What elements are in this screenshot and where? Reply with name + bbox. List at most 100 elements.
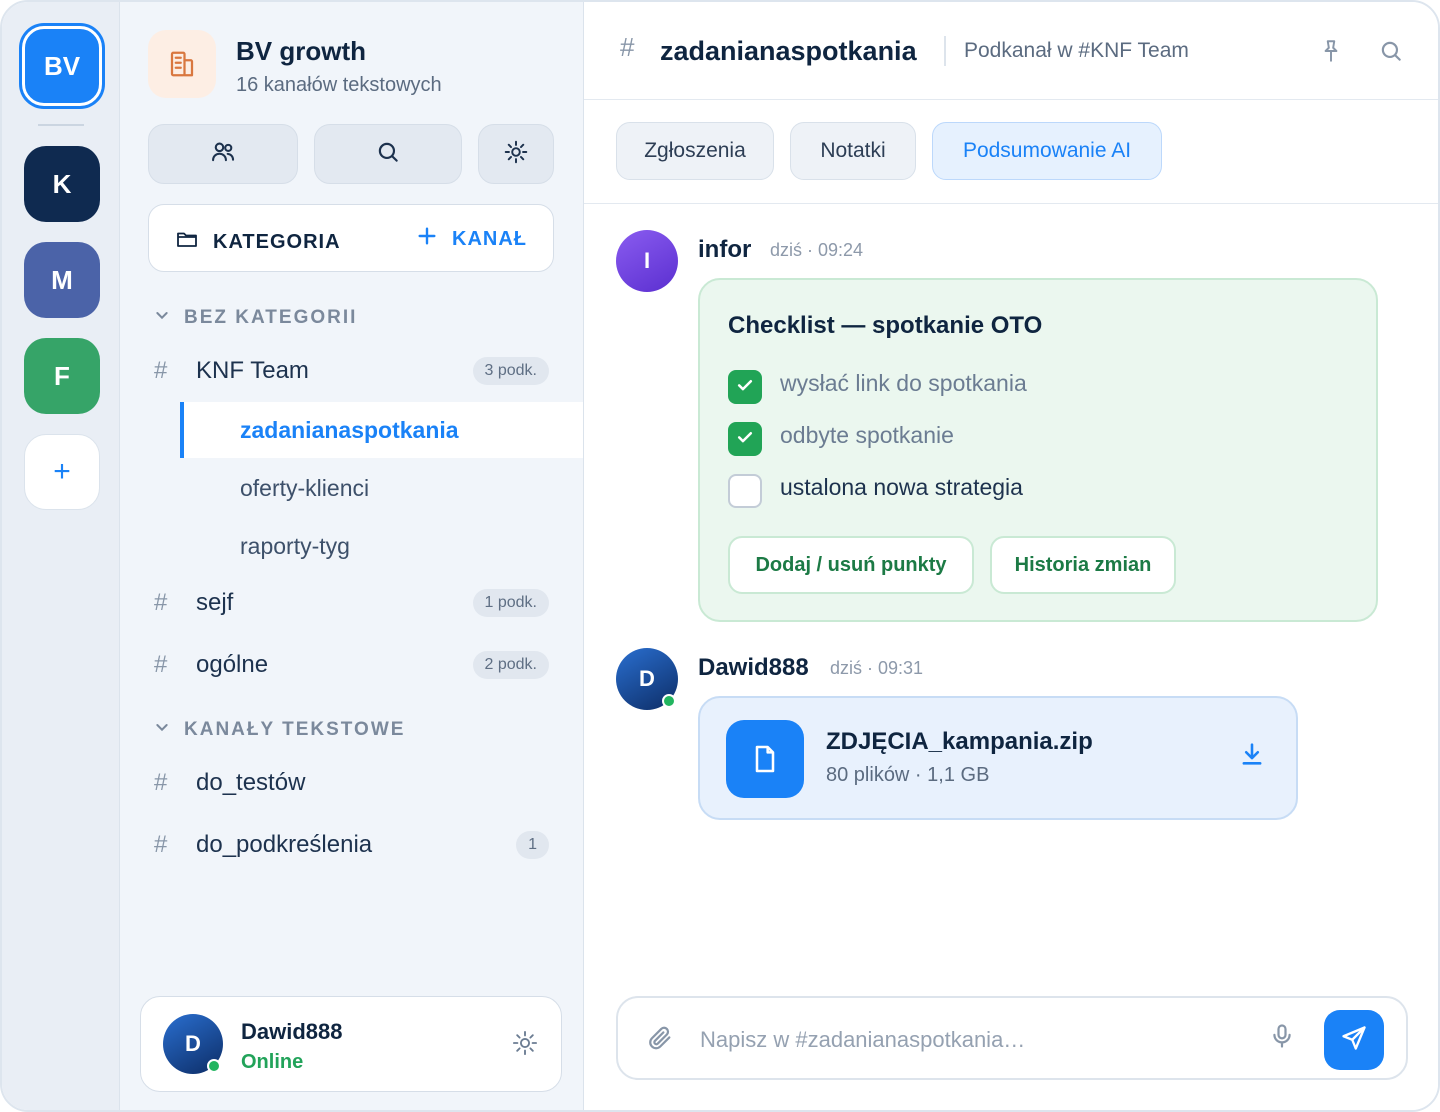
hash-icon: # [620, 32, 635, 62]
checklist-checkbox-unchecked[interactable] [728, 474, 762, 508]
checklist-item: wysłać link do spotkania [780, 370, 1027, 396]
chat-main: # zadanianaspotkania Podkanał w #KNF Tea… [584, 2, 1438, 1110]
rail-divider [38, 124, 84, 126]
channel-name: do_testów [196, 769, 306, 796]
message-author[interactable]: Dawid888 [698, 654, 809, 682]
section-header-bez-kategorii[interactable]: BEZ KATEGORII [154, 307, 357, 329]
app-window: BV K M F + BV growth 16 kanałów tekstowy… [0, 0, 1440, 1112]
checklist-title: Checklist — spotkanie OTO [728, 312, 1043, 339]
download-icon [1238, 743, 1266, 772]
check-icon [735, 375, 755, 400]
subchannel-count-badge: 3 podk. [472, 357, 549, 385]
section-title: KANAŁY TEKSTOWE [184, 719, 406, 740]
server-name: BV growth [236, 36, 366, 66]
file-attachment[interactable]: ZDJĘCIA_kampania.zip 80 plików · 1,1 GB [698, 696, 1298, 820]
checklist-checkbox-checked[interactable] [728, 370, 762, 404]
add-server-button[interactable]: + [24, 434, 100, 510]
channel-do-testow[interactable]: # do_testów [154, 763, 549, 803]
checklist-item: ustalona nowa strategia [780, 474, 1023, 500]
avatar-initial: I [643, 248, 651, 273]
server-rail: BV K M F + [2, 2, 120, 1110]
server-settings-button[interactable] [478, 124, 554, 184]
pin-icon [1318, 40, 1344, 68]
header-divider [944, 36, 946, 66]
avatar[interactable]: I [616, 230, 678, 292]
tab-bar: Zgłoszenia Notatki Podsumowanie AI [584, 100, 1438, 204]
tab-podsumowanie-ai[interactable]: Podsumowanie AI [932, 122, 1162, 180]
hash-icon: # [154, 589, 168, 616]
subchannel-count-badge: 2 podk. [472, 651, 549, 679]
message-composer [616, 996, 1408, 1080]
hash-icon: # [154, 831, 168, 858]
sidebar-search-button[interactable] [314, 124, 462, 184]
microphone-icon [1268, 1024, 1296, 1054]
tab-notatki[interactable]: Notatki [790, 122, 916, 180]
message-author[interactable]: infor [698, 236, 751, 264]
channel-sejf[interactable]: # sejf 1 podk. [154, 583, 549, 623]
subchannel-oferty-klienci[interactable]: oferty-klienci [180, 460, 583, 516]
message-timestamp: dziś · 09:31 [830, 658, 924, 678]
file-meta: 80 plików · 1,1 GB [826, 764, 990, 786]
server-m[interactable]: M [24, 242, 100, 318]
tab-zgloszenia[interactable]: Zgłoszenia [616, 122, 774, 180]
send-button[interactable] [1324, 1010, 1384, 1070]
members-button[interactable] [148, 124, 298, 184]
hash-icon: # [154, 651, 168, 678]
server-f[interactable]: F [24, 338, 100, 414]
subchannel-zadanianaspotkania[interactable]: zadanianaspotkania [180, 402, 583, 458]
folder-icon [175, 227, 199, 257]
user-status: Online [241, 1051, 304, 1073]
add-channel-button[interactable]: KANAŁ [416, 225, 527, 253]
file-name: ZDJĘCIA_kampania.zip [826, 728, 1093, 755]
paperclip-icon [646, 1026, 674, 1056]
server-k[interactable]: K [24, 146, 100, 222]
message-input[interactable] [700, 1024, 1240, 1056]
search-icon [1378, 41, 1404, 68]
category-bar: KATEGORIA KANAŁ [148, 204, 554, 272]
online-status-dot [662, 694, 676, 708]
avatar-initial: D [185, 1031, 201, 1056]
user-name: Dawid888 [241, 1019, 343, 1044]
checklist-item: odbyte spotkanie [780, 422, 954, 448]
attach-button[interactable] [646, 1024, 674, 1057]
subchannel-raporty-tyg[interactable]: raporty-tyg [180, 518, 583, 574]
subchannel-count-badge: 1 podk. [472, 589, 549, 617]
file-icon [726, 720, 804, 798]
add-category-button[interactable]: KATEGORIA [175, 227, 341, 257]
user-settings-button[interactable] [511, 1029, 539, 1062]
check-icon [735, 427, 755, 452]
channel-knf-team[interactable]: # KNF Team 3 podk. [154, 351, 549, 391]
change-history-button[interactable]: Historia zmian [990, 536, 1176, 594]
channel-name: KNF Team [196, 357, 309, 384]
server-channel-count: 16 kanałów tekstowych [236, 74, 442, 96]
chevron-down-icon [154, 307, 170, 329]
channel-do-podkreslenia[interactable]: # do_podkreślenia 1 [154, 825, 549, 865]
unread-count-badge: 1 [516, 831, 549, 859]
channel-header: # zadanianaspotkania Podkanał w #KNF Tea… [584, 2, 1438, 100]
server-bv[interactable]: BV [22, 26, 102, 106]
pin-button[interactable] [1318, 38, 1344, 69]
building-icon [148, 30, 216, 98]
header-search-button[interactable] [1378, 38, 1404, 69]
users-icon [209, 138, 237, 171]
online-status-dot [207, 1059, 221, 1073]
download-button[interactable] [1238, 740, 1266, 773]
edit-checklist-button[interactable]: Dodaj / usuń punkty [728, 536, 974, 594]
channel-sidebar: BV growth 16 kanałów tekstowych KATEGORI… [120, 2, 584, 1110]
user-panel: D Dawid888 Online [140, 996, 562, 1092]
channel-label: KANAŁ [452, 227, 527, 250]
hash-icon: # [154, 357, 168, 384]
chevron-down-icon [154, 719, 170, 741]
channel-name: do_podkreślenia [196, 831, 373, 858]
checklist-card: Checklist — spotkanie OTO wysłać link do… [698, 278, 1378, 622]
section-header-kanaly-tekstowe[interactable]: KANAŁY TEKSTOWE [154, 719, 405, 741]
plus-icon [416, 225, 438, 253]
voice-button[interactable] [1268, 1022, 1296, 1055]
channel-name: ogólne [196, 651, 269, 678]
search-icon [375, 139, 401, 170]
settings-icon [503, 139, 529, 170]
page-title: zadanianaspotkania [660, 36, 917, 66]
category-label: KATEGORIA [213, 230, 341, 253]
checklist-checkbox-checked[interactable] [728, 422, 762, 456]
channel-ogolne[interactable]: # ogólne 2 podk. [154, 645, 549, 685]
